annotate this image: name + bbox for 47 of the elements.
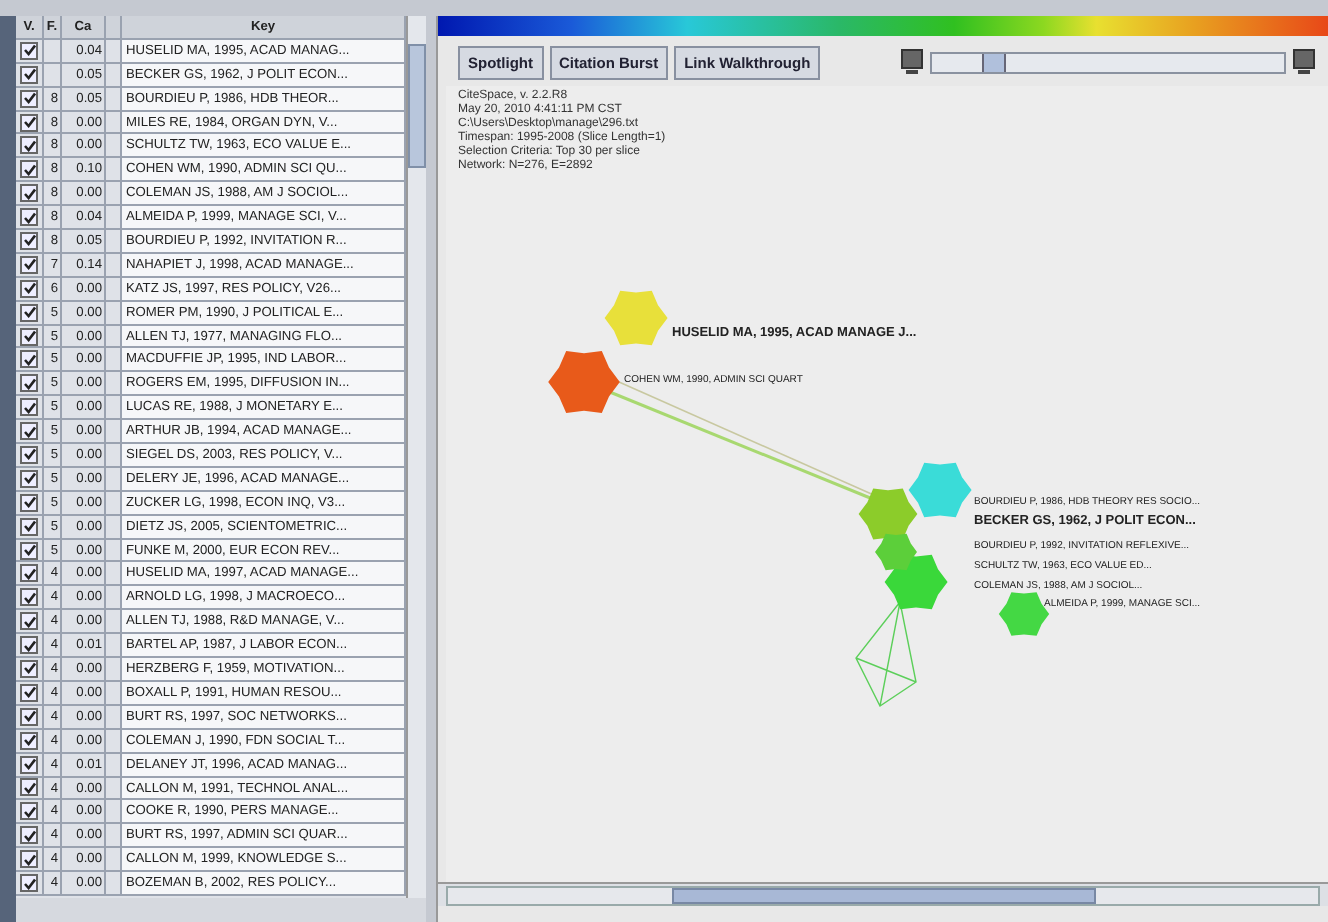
- checkbox[interactable]: [20, 778, 38, 797]
- checkbox[interactable]: [20, 422, 38, 441]
- checkbox[interactable]: [20, 89, 38, 108]
- checkbox[interactable]: [20, 659, 38, 678]
- checkbox[interactable]: [20, 874, 38, 892]
- checkbox[interactable]: [20, 493, 38, 512]
- checkbox[interactable]: [20, 136, 38, 155]
- checkbox[interactable]: [20, 445, 38, 464]
- checkbox[interactable]: [20, 303, 38, 322]
- checkbox[interactable]: [20, 231, 38, 250]
- network-drawing: [855, 601, 917, 708]
- checkbox[interactable]: [20, 184, 38, 203]
- checkbox[interactable]: [20, 802, 38, 821]
- checkbox[interactable]: [20, 564, 38, 583]
- node-cluster: [604, 290, 668, 346]
- checkbox[interactable]: [20, 279, 38, 298]
- checkbox[interactable]: [20, 588, 38, 607]
- checkbox[interactable]: [20, 707, 38, 726]
- checkbox[interactable]: [20, 398, 38, 417]
- horizontal-scrollbar[interactable]: [16, 898, 426, 922]
- monitor-icon[interactable]: [1292, 48, 1316, 76]
- checkbox[interactable]: [20, 683, 38, 702]
- vertical-scrollbar[interactable]: [406, 16, 426, 898]
- checkbox[interactable]: [20, 612, 38, 631]
- checkbox[interactable]: [20, 41, 38, 60]
- checkbox[interactable]: [20, 541, 38, 560]
- zoom-slider[interactable]: [930, 51, 1286, 73]
- node-cluster: [908, 462, 972, 518]
- monitor-icon[interactable]: [900, 48, 924, 76]
- checkbox[interactable]: [20, 731, 38, 750]
- checkbox[interactable]: [20, 826, 38, 845]
- node-cluster: [858, 488, 918, 540]
- checkbox[interactable]: [20, 350, 38, 369]
- horizontal-scrollbar[interactable]: [446, 885, 1320, 905]
- checkbox[interactable]: [20, 160, 38, 179]
- checkbox[interactable]: [20, 517, 38, 536]
- checkbox[interactable]: [20, 374, 38, 393]
- checkbox[interactable]: [20, 636, 38, 655]
- checkbox[interactable]: [20, 208, 38, 227]
- checkbox[interactable]: [20, 755, 38, 774]
- node-cluster: [548, 351, 620, 413]
- checkbox[interactable]: [20, 850, 38, 869]
- checkbox[interactable]: [20, 113, 38, 131]
- checkbox[interactable]: [20, 469, 38, 488]
- checkbox[interactable]: [20, 327, 38, 346]
- checkbox[interactable]: [20, 255, 38, 274]
- checkbox[interactable]: [20, 65, 38, 84]
